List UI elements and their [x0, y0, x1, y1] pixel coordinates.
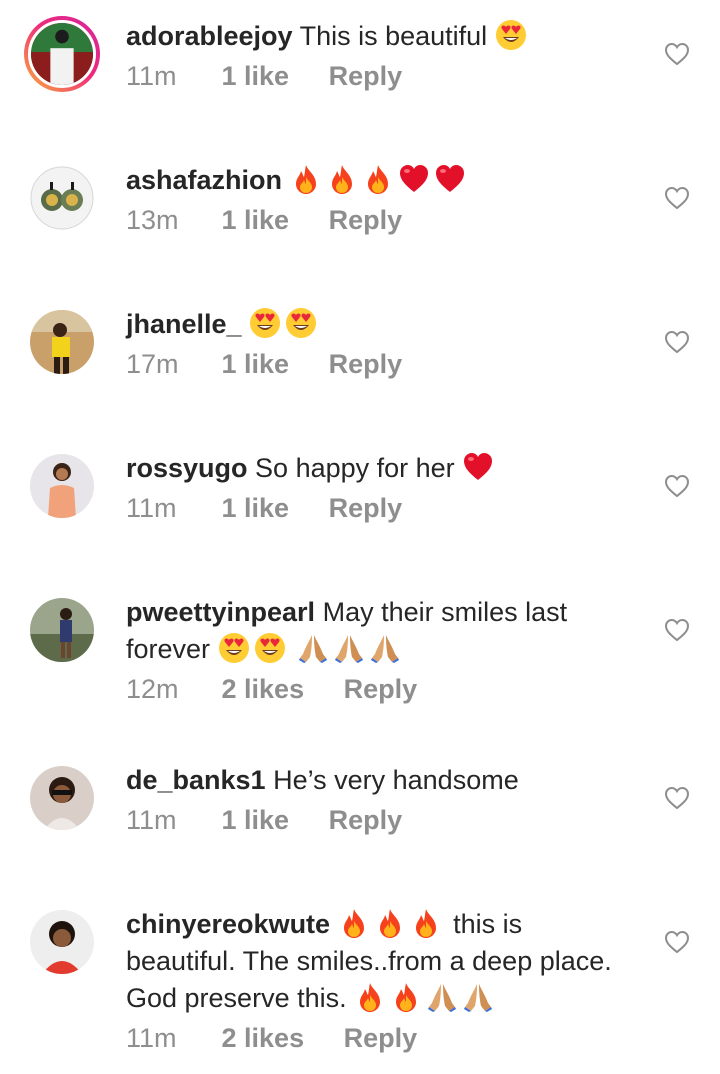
avatar[interactable] — [30, 454, 94, 518]
comment-text: He’s very handsome — [273, 765, 519, 795]
avatar[interactable] — [30, 766, 94, 830]
avatar-ashafazhion — [30, 166, 94, 230]
fire-emoji — [362, 163, 394, 195]
comment-username[interactable]: jhanelle_ — [126, 309, 242, 339]
avatar-chinyereokwute — [30, 910, 94, 974]
avatar-jhanelle — [30, 310, 94, 374]
red-heart-emoji — [462, 451, 494, 483]
reply-button[interactable]: Reply — [329, 349, 403, 380]
comment-likes[interactable]: 1 like — [222, 805, 290, 836]
comment-username[interactable]: rossyugo — [126, 453, 248, 483]
fire-emoji — [374, 907, 406, 939]
comment-text: May their smiles last — [322, 597, 568, 627]
heart-eyes-emoji — [254, 632, 286, 664]
heart-eyes-emoji — [495, 19, 527, 51]
like-heart-icon[interactable] — [664, 186, 690, 210]
comment-time: 11m — [126, 493, 177, 523]
reply-button[interactable]: Reply — [344, 674, 418, 705]
reply-button[interactable]: Reply — [329, 205, 403, 236]
red-heart-emoji — [434, 163, 466, 195]
reply-button[interactable]: Reply — [329, 61, 403, 92]
comment-text: God preserve this. — [126, 983, 347, 1013]
comment-text: this is — [453, 909, 523, 939]
like-heart-icon[interactable] — [664, 474, 690, 498]
comment-time: 11m — [126, 1023, 177, 1053]
fire-emoji — [326, 163, 358, 195]
comment-text: This is beautiful — [299, 21, 488, 51]
like-heart-icon[interactable] — [664, 42, 690, 66]
comment-time: 12m — [126, 674, 179, 704]
comment-username[interactable]: pweettyinpearl — [126, 597, 315, 627]
comment-username[interactable]: adorableejoy — [126, 21, 293, 51]
like-heart-icon[interactable] — [664, 618, 690, 642]
comment-time: 17m — [126, 349, 179, 379]
comment-likes[interactable]: 2 likes — [222, 1023, 305, 1054]
fire-emoji — [354, 981, 386, 1013]
folded-hands-emoji — [426, 981, 458, 1013]
comment-username[interactable]: chinyereokwute — [126, 909, 330, 939]
comment-likes[interactable]: 1 like — [222, 493, 290, 524]
red-heart-emoji — [398, 163, 430, 195]
avatar[interactable] — [30, 166, 94, 230]
folded-hands-emoji — [462, 981, 494, 1013]
fire-emoji — [290, 163, 322, 195]
folded-hands-emoji — [333, 632, 365, 664]
like-heart-icon[interactable] — [664, 930, 690, 954]
reply-button[interactable]: Reply — [344, 1023, 418, 1054]
comment-time: 13m — [126, 205, 179, 235]
heart-eyes-emoji — [218, 632, 250, 664]
comment-time: 11m — [126, 61, 177, 91]
avatar[interactable] — [30, 910, 94, 974]
avatar[interactable] — [30, 310, 94, 374]
comment-text: So happy for her — [255, 453, 455, 483]
fire-emoji — [390, 981, 422, 1013]
avatar[interactable] — [30, 598, 94, 662]
comment-time: 11m — [126, 805, 177, 835]
reply-button[interactable]: Reply — [329, 805, 403, 836]
avatar[interactable] — [24, 16, 100, 92]
avatar-pweettyinpearl — [30, 598, 94, 662]
comment-likes[interactable]: 1 like — [222, 349, 290, 380]
comment-likes[interactable]: 1 like — [222, 61, 290, 92]
heart-eyes-emoji — [249, 307, 281, 339]
like-heart-icon[interactable] — [664, 330, 690, 354]
folded-hands-emoji — [297, 632, 329, 664]
comment-likes[interactable]: 1 like — [222, 205, 290, 236]
fire-emoji — [338, 907, 370, 939]
comment-text: forever — [126, 634, 211, 664]
heart-eyes-emoji — [285, 307, 317, 339]
folded-hands-emoji — [369, 632, 401, 664]
fire-emoji — [410, 907, 442, 939]
comment-username[interactable]: de_banks1 — [126, 765, 266, 795]
comment-username[interactable]: ashafazhion — [126, 165, 282, 195]
like-heart-icon[interactable] — [664, 786, 690, 810]
comment-likes[interactable]: 2 likes — [222, 674, 305, 705]
avatar-de-banks1 — [30, 766, 94, 830]
avatar-rossyugo — [30, 454, 94, 518]
avatar-adorableejoy — [31, 23, 93, 85]
reply-button[interactable]: Reply — [329, 493, 403, 524]
comment-text: beautiful. The smiles..from a deep place… — [126, 946, 612, 976]
